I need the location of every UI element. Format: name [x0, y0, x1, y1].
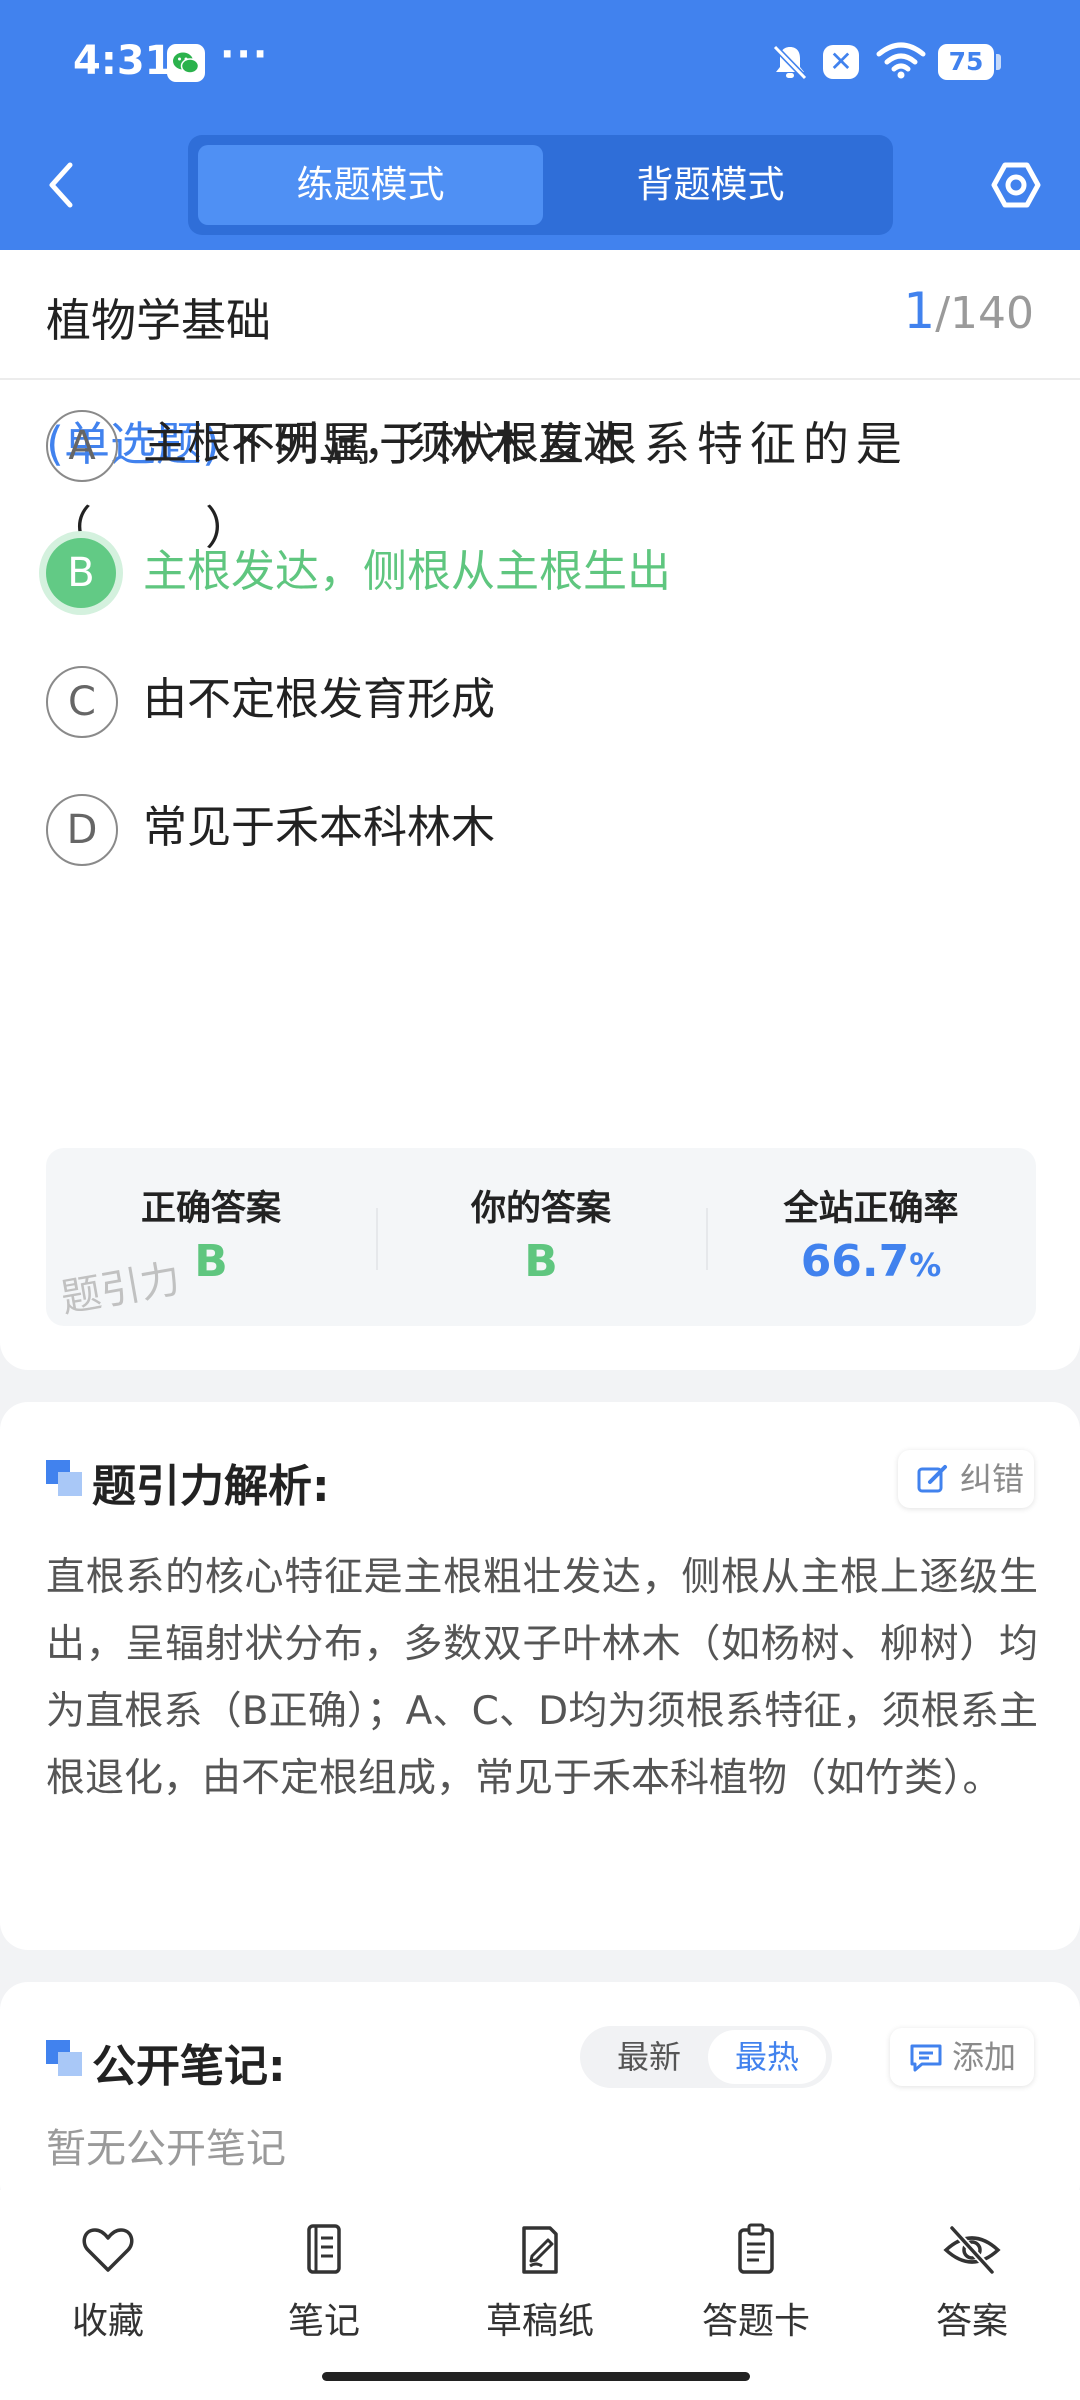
nav-label: 草稿纸	[485, 2301, 594, 2342]
section-icon	[46, 2040, 84, 2078]
status-bar: 4:31 ··· ✕ 75	[0, 0, 1080, 125]
add-note-label: 添加	[952, 2038, 1017, 2076]
option-c[interactable]: C 由不定根发育形成	[46, 666, 1036, 742]
battery-tip	[996, 54, 1001, 70]
answer-stats: 正确答案 B 你的答案 B 全站正确率 66.7% 题引力	[46, 1148, 1036, 1326]
nav-label: 答题卡	[701, 2301, 810, 2342]
heart-icon	[82, 2228, 134, 2272]
option-a[interactable]: A 主根不明显，须状根发达	[46, 410, 1036, 486]
empty-notes-text: 暂无公开笔记	[46, 2126, 286, 2172]
correct-answer-label: 正确答案	[140, 1189, 281, 1229]
site-accuracy-value: 66.7%	[706, 1236, 1036, 1287]
notebook-icon	[307, 2224, 341, 2274]
analysis-title: 题引力解析:	[92, 1461, 330, 1512]
site-accuracy-label: 全站正确率	[783, 1189, 959, 1229]
question-card: 植物学基础 1/140 (单选题)下列属于林木直根系特征的是（ ） A 主根不明…	[0, 250, 1080, 1370]
notes-button[interactable]: 笔记	[216, 2220, 432, 2360]
public-notes-card: 公开笔记: 最新 最热 添加 暂无公开笔记	[0, 1982, 1080, 2212]
bottom-toolbar: 收藏 笔记 草稿纸 答题卡 答案	[0, 2190, 1080, 2400]
edit-icon	[917, 1465, 947, 1493]
option-b[interactable]: B 主根发达，侧根从主根生出	[46, 538, 1036, 614]
option-letter: C	[46, 666, 118, 738]
battery-indicator: 75	[938, 44, 994, 80]
sort-hottest[interactable]: 最热	[708, 2030, 826, 2084]
show-answer-button[interactable]: 答案	[864, 2220, 1080, 2360]
mode-switch: 练题模式 背题模式	[188, 135, 893, 235]
your-answer-stat: 你的答案 B	[376, 1148, 706, 1326]
answer-sheet-button[interactable]: 答题卡	[648, 2220, 864, 2360]
hexagon-gear-icon	[991, 162, 1041, 208]
tab-practice-mode[interactable]: 练题模式	[198, 145, 543, 225]
home-indicator[interactable]	[322, 2372, 750, 2381]
comment-icon	[910, 2044, 942, 2072]
draft-icon	[522, 2226, 558, 2274]
question-progress: 1/140	[903, 282, 1034, 340]
subject-title: 植物学基础	[46, 294, 272, 347]
accuracy-number: 66.7	[800, 1236, 910, 1287]
accuracy-unit: %	[909, 1246, 942, 1284]
more-notifications-icon: ···	[220, 32, 270, 76]
option-text: 主根发达，侧根从主根生出	[143, 546, 671, 597]
your-answer-value: B	[524, 1236, 558, 1287]
report-error-button[interactable]: 纠错	[898, 1450, 1034, 1508]
option-letter: D	[46, 794, 118, 866]
notes-sort-toggle: 最新 最热	[580, 2026, 832, 2088]
wechat-icon	[167, 44, 205, 82]
clipboard-icon	[738, 2223, 774, 2274]
back-button[interactable]	[40, 155, 84, 215]
nav-label: 笔记	[287, 2301, 360, 2342]
status-time: 4:31	[73, 38, 173, 84]
analysis-card: 题引力解析: 纠错 直根系的核心特征是主根粗壮发达，侧根从主根上逐级生出，呈辐射…	[0, 1402, 1080, 1950]
add-note-button[interactable]: 添加	[890, 2028, 1034, 2086]
bell-off-icon	[770, 42, 810, 86]
wifi-icon	[876, 40, 926, 84]
section-icon	[46, 1460, 84, 1498]
your-answer-label: 你的答案	[470, 1189, 611, 1229]
divider	[0, 378, 1080, 380]
nav-label: 答案	[935, 2301, 1008, 2342]
option-text: 主根不明显，须状根发达	[143, 418, 627, 469]
analysis-text: 直根系的核心特征是主根粗壮发达，侧根从主根上逐级生出，呈辐射状分布，多数双子叶林…	[46, 1555, 1038, 1801]
site-accuracy-stat: 全站正确率 66.7%	[706, 1148, 1036, 1326]
favorite-button[interactable]: 收藏	[0, 2220, 216, 2360]
settings-button[interactable]	[988, 155, 1044, 215]
draft-paper-button[interactable]: 草稿纸	[432, 2220, 648, 2360]
option-letter-selected: B	[46, 538, 116, 608]
eye-off-icon	[943, 2225, 1001, 2275]
close-box-icon: ✕	[823, 45, 859, 79]
current-index: 1	[903, 282, 936, 340]
app-header: 4:31 ··· ✕ 75 练题模式 背题模式	[0, 0, 1080, 250]
sort-latest[interactable]: 最新	[590, 2026, 708, 2088]
total-count: /140	[935, 288, 1034, 339]
option-letter: A	[46, 410, 118, 482]
option-text: 由不定根发育形成	[143, 674, 495, 725]
notes-title: 公开笔记:	[92, 2041, 286, 2092]
tab-memorize-mode[interactable]: 背题模式	[538, 145, 883, 225]
report-error-label: 纠错	[960, 1460, 1025, 1498]
option-d[interactable]: D 常见于禾本科林木	[46, 794, 1036, 870]
option-text: 常见于禾本科林木	[143, 802, 495, 853]
nav-label: 收藏	[71, 2301, 144, 2342]
